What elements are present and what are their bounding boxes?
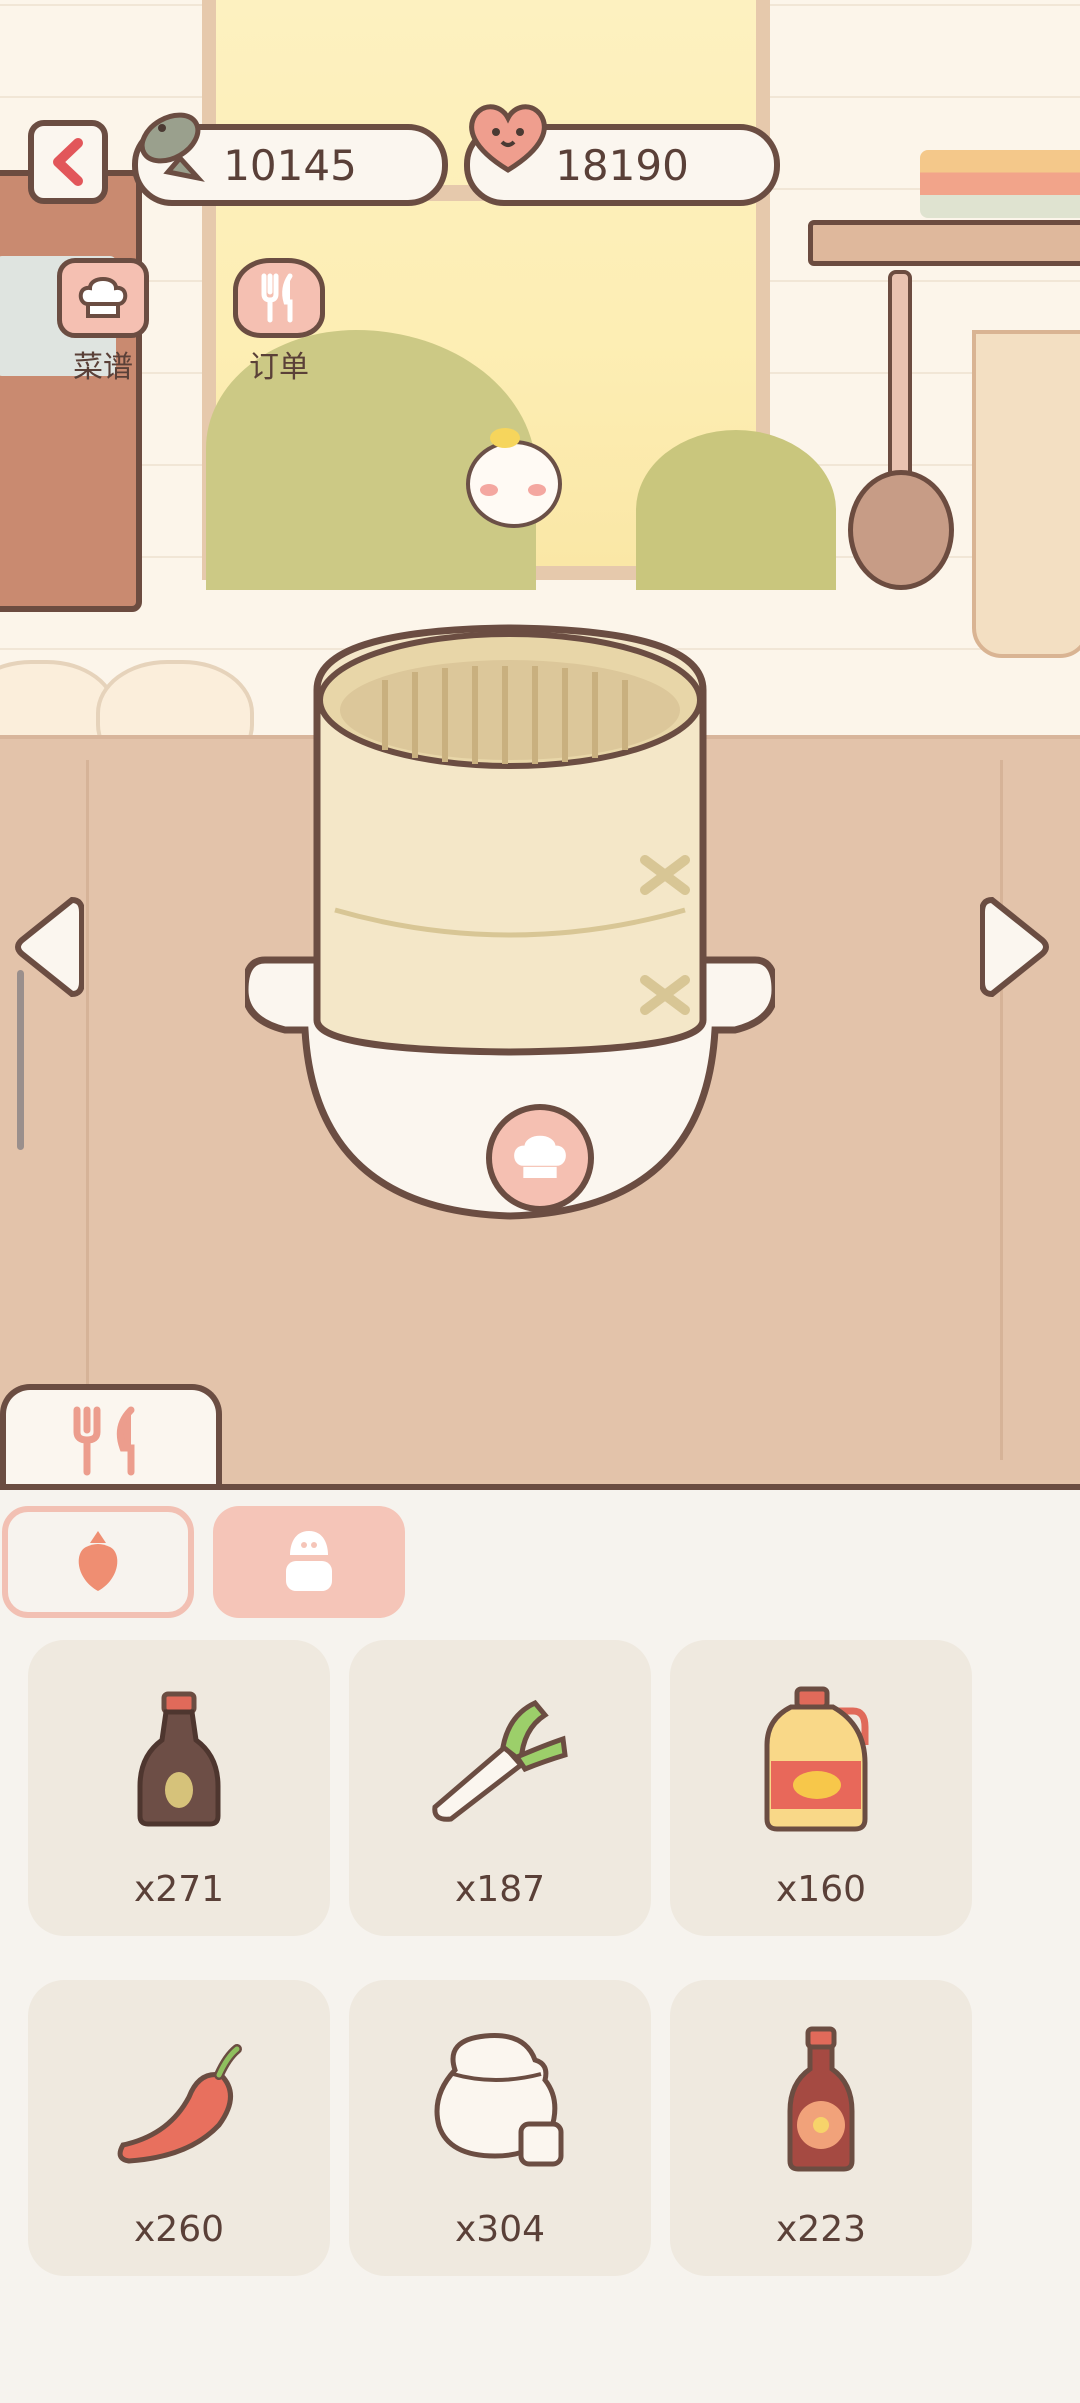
cooking-oil-jug-icon [764, 1686, 869, 1832]
ingredient-qty: x160 [775, 1869, 867, 1910]
ingredient-slot-chili[interactable]: x260 [28, 1980, 330, 2276]
recipe-button[interactable]: 菜谱 [48, 258, 158, 386]
ingredient-qty: x223 [775, 2209, 867, 2250]
cook-button[interactable] [486, 1104, 594, 1212]
chick-character [466, 428, 562, 528]
ingredient-qty: x304 [454, 2209, 546, 2250]
chef-hat-icon [57, 258, 149, 338]
green-onion-icon [432, 1699, 568, 1822]
chevron-left-icon [53, 138, 83, 186]
stacked-books [920, 150, 1080, 218]
category-seasonings-button[interactable] [213, 1506, 405, 1618]
heart-count: 18190 [555, 140, 689, 190]
ingredient-qty: x260 [133, 2209, 225, 2250]
order-button[interactable]: 订单 [224, 258, 334, 386]
scrollbar[interactable] [17, 970, 24, 1150]
fish-icon [139, 112, 205, 182]
sugar-jar-icon [434, 2033, 564, 2167]
hanging-towel [972, 330, 1080, 658]
corkboard [0, 170, 142, 612]
soy-sauce-bottle-icon [137, 1691, 221, 1827]
ingredient-qty: x187 [454, 1869, 546, 1910]
ingredient-slot-green-onion[interactable]: x187 [349, 1640, 651, 1936]
ingredient-slot-soy-sauce[interactable]: x271 [28, 1640, 330, 1936]
recipe-label: 菜谱 [73, 350, 133, 385]
ingredients-tab[interactable] [0, 1384, 222, 1494]
ingredient-slot-sauce[interactable]: x223 [670, 1980, 972, 2276]
carrot-icon [78, 1531, 118, 1591]
wall-shelf [808, 220, 1080, 266]
category-vegetables-button[interactable] [2, 1506, 194, 1618]
chef-hat-icon [514, 1135, 566, 1178]
sauce-bottle-icon [787, 2026, 855, 2172]
back-button[interactable] [28, 120, 108, 204]
chili-pepper-icon [117, 2044, 242, 2164]
ingredient-slot-cooking-oil[interactable]: x160 [670, 1640, 972, 1936]
fork-knife-icon [73, 1406, 135, 1476]
fish-count: 10145 [223, 140, 357, 190]
order-label: 订单 [249, 350, 309, 385]
ingredient-slot-sugar[interactable]: x304 [349, 1980, 651, 2276]
ingredient-qty: x271 [133, 1869, 225, 1910]
next-station-button[interactable] [980, 892, 1052, 1002]
fork-knife-icon [233, 258, 325, 338]
ladle-bowl [848, 470, 954, 590]
salt-shaker-icon [286, 1531, 332, 1591]
heart-icon [469, 104, 547, 173]
